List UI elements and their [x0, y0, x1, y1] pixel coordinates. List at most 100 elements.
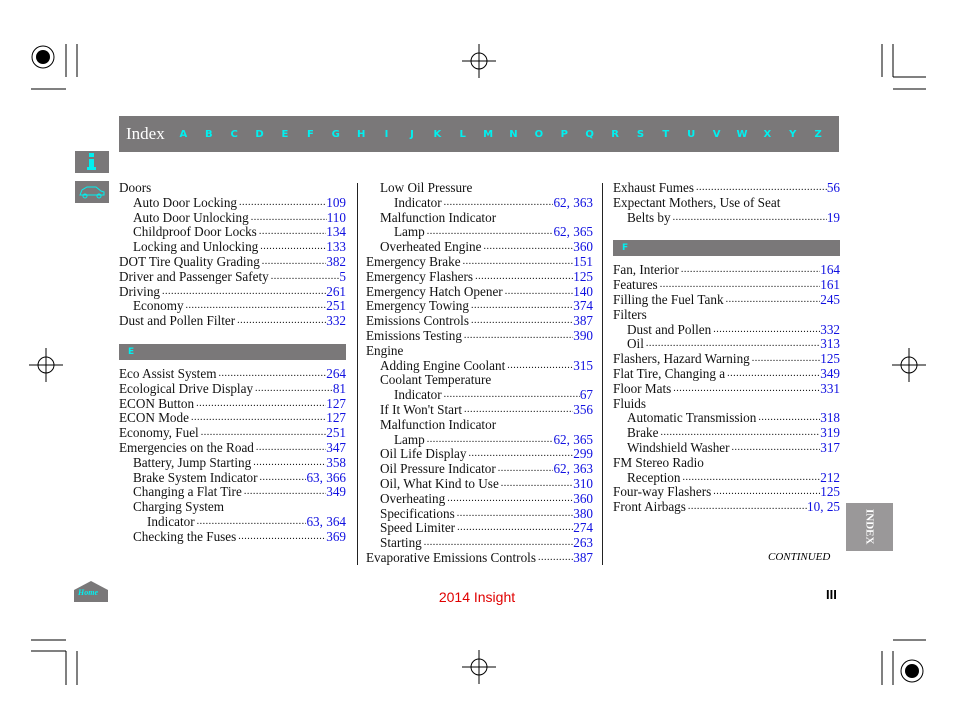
- page-link[interactable]: 274: [573, 521, 593, 536]
- info-icon[interactable]: [75, 151, 109, 173]
- leader-dots: ........................................…: [463, 329, 574, 341]
- page-link[interactable]: 356: [573, 402, 593, 418]
- page-link[interactable]: 164: [820, 263, 840, 278]
- page-link[interactable]: 140: [573, 284, 593, 300]
- index-entry: Auto Door Locking.......................…: [119, 195, 346, 211]
- index-letter-p[interactable]: P: [552, 129, 577, 140]
- page-link[interactable]: 261: [326, 284, 346, 300]
- index-letter-y[interactable]: Y: [780, 129, 805, 140]
- page-link[interactable]: 380: [573, 506, 593, 522]
- entry-text: Doors: [119, 180, 152, 195]
- index-letter-b[interactable]: B: [196, 129, 221, 140]
- index-letter-a[interactable]: A: [171, 129, 196, 140]
- page-link[interactable]: 212: [820, 470, 840, 486]
- page-link[interactable]: 56: [827, 180, 840, 196]
- page-link[interactable]: 263: [573, 535, 593, 551]
- index-letter-v[interactable]: V: [704, 129, 729, 140]
- leader-dots: ........................................…: [504, 285, 574, 297]
- section-header-e: E: [119, 343, 346, 360]
- index-letter-n[interactable]: N: [501, 129, 526, 140]
- index-letter-z[interactable]: Z: [805, 129, 830, 140]
- page-link[interactable]: 299: [573, 447, 593, 462]
- page-link[interactable]: 63, 366: [306, 470, 346, 486]
- index-letter-c[interactable]: C: [222, 129, 247, 140]
- index-letter-r[interactable]: R: [602, 129, 627, 140]
- page-link[interactable]: 10, 25: [807, 499, 840, 515]
- page-link[interactable]: 360: [573, 491, 593, 507]
- page-link[interactable]: 318: [820, 411, 840, 426]
- index-letter-k[interactable]: K: [425, 129, 450, 140]
- leader-dots: ........................................…: [731, 441, 821, 453]
- index-letter-s[interactable]: S: [628, 129, 653, 140]
- index-side-tab[interactable]: INDEX: [846, 503, 893, 551]
- page-link[interactable]: 251: [326, 299, 346, 314]
- page-link[interactable]: 62, 365: [553, 225, 593, 240]
- page-link[interactable]: 251: [326, 425, 346, 441]
- index-letter-d[interactable]: D: [247, 129, 272, 140]
- page-link[interactable]: 245: [820, 292, 840, 308]
- page-link[interactable]: 332: [820, 322, 840, 338]
- page-link[interactable]: 67: [580, 387, 593, 403]
- index-letter-q[interactable]: Q: [577, 129, 602, 140]
- index-letter-f[interactable]: F: [298, 129, 323, 140]
- index-letter-g[interactable]: G: [323, 129, 348, 140]
- leader-dots: ........................................…: [725, 293, 821, 305]
- index-entry: Expectant Mothers, Use of Seat: [613, 195, 840, 211]
- page-link[interactable]: 62, 363: [553, 195, 593, 211]
- page-link[interactable]: 347: [326, 440, 346, 456]
- page-link[interactable]: 62, 363: [553, 461, 593, 477]
- page-link[interactable]: 63, 364: [306, 514, 346, 530]
- entry-text: Engine: [366, 342, 404, 358]
- page-link[interactable]: 110: [327, 210, 346, 226]
- page-link[interactable]: 125: [820, 485, 840, 500]
- index-letter-u[interactable]: U: [679, 129, 704, 140]
- index-letter-e[interactable]: E: [272, 129, 297, 140]
- page-link[interactable]: 358: [326, 455, 346, 471]
- page-link[interactable]: 310: [573, 476, 593, 492]
- index-letter-j[interactable]: J: [399, 129, 424, 140]
- index-letter-o[interactable]: O: [526, 129, 551, 140]
- page-link[interactable]: 313: [820, 337, 840, 352]
- car-icon[interactable]: [75, 181, 109, 203]
- leader-dots: ........................................…: [468, 448, 574, 460]
- page-link[interactable]: 151: [573, 254, 593, 270]
- index-letter-x[interactable]: X: [755, 129, 780, 140]
- page-link[interactable]: 349: [820, 366, 840, 382]
- page-link[interactable]: 62, 365: [553, 432, 593, 448]
- page-link[interactable]: 387: [573, 550, 593, 566]
- page-link[interactable]: 360: [573, 239, 593, 255]
- page-link[interactable]: 125: [573, 269, 593, 285]
- page-link[interactable]: 319: [820, 425, 840, 441]
- page-link[interactable]: 374: [573, 299, 593, 314]
- page-link[interactable]: 81: [333, 381, 346, 397]
- leader-dots: ........................................…: [239, 196, 327, 208]
- page-link[interactable]: 127: [326, 396, 346, 412]
- page-link[interactable]: 134: [326, 225, 346, 240]
- page-link[interactable]: 133: [326, 239, 346, 255]
- page-link[interactable]: 382: [326, 254, 346, 270]
- index-letter-t[interactable]: T: [653, 129, 678, 140]
- index-letter-i[interactable]: I: [374, 129, 399, 140]
- page-link[interactable]: 387: [573, 313, 593, 329]
- page-link[interactable]: 5: [339, 269, 346, 285]
- page-link[interactable]: 109: [326, 195, 346, 211]
- page-link[interactable]: 317: [820, 440, 840, 456]
- page-link[interactable]: 264: [326, 366, 346, 382]
- page-link[interactable]: 331: [820, 381, 840, 397]
- index-letter-m[interactable]: M: [475, 129, 500, 140]
- index-letter-l[interactable]: L: [450, 129, 475, 140]
- index-letter-w[interactable]: W: [729, 129, 754, 140]
- entry-text: Indicator: [394, 387, 442, 403]
- page-link[interactable]: 161: [820, 277, 840, 293]
- page-link[interactable]: 127: [326, 411, 346, 426]
- entry-text: Malfunction Indicator: [380, 416, 497, 432]
- page-link[interactable]: 369: [326, 529, 346, 545]
- page-link[interactable]: 315: [573, 358, 593, 374]
- page-link[interactable]: 19: [827, 210, 840, 226]
- entry-text: Specifications: [380, 505, 455, 521]
- page-link[interactable]: 390: [573, 328, 593, 344]
- page-link[interactable]: 125: [820, 351, 840, 367]
- index-letter-h[interactable]: H: [348, 129, 373, 140]
- page-link[interactable]: 332: [326, 313, 346, 329]
- page-link[interactable]: 349: [326, 485, 346, 500]
